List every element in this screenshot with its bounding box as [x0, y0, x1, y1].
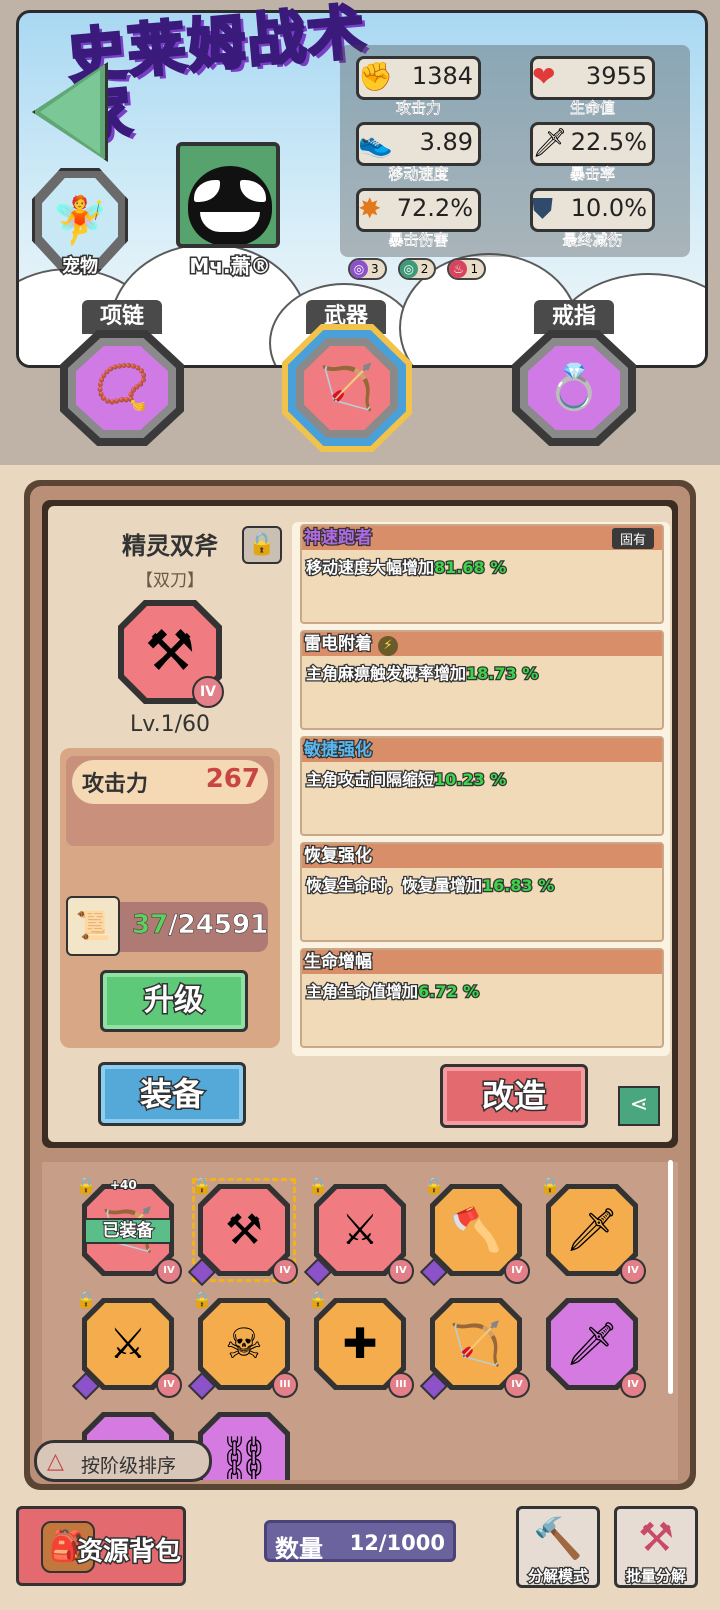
inventory-item[interactable]: ☠ 🔒 III: [187, 1290, 298, 1401]
sword-icon: 🗡: [532, 126, 568, 159]
reforge-button[interactable]: 改造: [440, 1064, 588, 1128]
affix-item: 雷电附着 ⚡ 主角麻痹触发概率增加18.73 %: [300, 630, 664, 730]
heart-icon: ❤: [532, 60, 556, 93]
fairy-pet-icon: 🧚: [42, 178, 118, 262]
anvil-icon: ⚒: [638, 1515, 674, 1561]
inventory-item[interactable]: ⛓: [198, 1412, 290, 1480]
top-scene: 史莱姆战术家 ✊ 1384 攻击力 ❤ 3955 生命值 👟 3.89 移动速度…: [0, 0, 720, 465]
warning-triangle-icon: △: [47, 1449, 64, 1474]
chain-icon: ⛓: [203, 1417, 285, 1480]
affix-item: 恢复强化 恢复生命时，恢复量增加16.83 %: [300, 842, 664, 942]
stat-damage-reduction: ⛊ 10.0% 最终减伤: [530, 188, 655, 249]
equipped-badge: 已装备: [84, 1218, 172, 1244]
scroll-icon: 📜: [66, 896, 120, 956]
resource-bag-button[interactable]: 🎒 资源背包: [16, 1506, 186, 1586]
attack-label: 攻击力: [82, 772, 149, 797]
hammer-icon: 🔨: [533, 1516, 583, 1562]
lock-icon: 🔒: [308, 1176, 328, 1195]
inherent-tag: 固有: [611, 528, 654, 549]
twin-swords-icon: ⚔: [87, 1303, 169, 1385]
inventory-item[interactable]: 🏹 🔒 +40 已装备 IV: [76, 1176, 182, 1284]
necklace-icon: 📿: [94, 362, 150, 413]
inventory-item[interactable]: ⚔ 🔒 IV: [71, 1290, 182, 1401]
inventory-item[interactable]: ✚ 🔒 III: [308, 1290, 414, 1398]
affix-item: 敏捷强化 主角攻击间隔缩短10.23 %: [300, 736, 664, 836]
lock-icon: 🔒: [192, 1176, 212, 1195]
material-count: 37/24591: [132, 910, 269, 941]
pet-label: 宠物: [61, 255, 100, 279]
halberd-icon: 🪓: [435, 1189, 517, 1271]
upgrade-button[interactable]: 升级: [100, 970, 248, 1032]
item-count: 数量 12/1000: [264, 1520, 456, 1563]
inventory-item[interactable]: 🏹 IV: [419, 1298, 530, 1401]
stat-move-speed: 👟 3.89 移动速度: [356, 122, 481, 183]
venom-face-icon: [188, 166, 272, 244]
inventory-item[interactable]: ⚔ 🔒 IV: [303, 1176, 414, 1287]
katana-icon: 🗡: [551, 1189, 633, 1271]
inventory-item[interactable]: 🗡 IV: [546, 1298, 646, 1398]
bow-icon: 🏹: [319, 362, 375, 413]
crossbow-icon: ✚: [319, 1303, 401, 1385]
ring-icon: 💍: [546, 362, 602, 413]
purple-swirl-icon: ◎: [350, 260, 368, 278]
lock-icon: 🔒: [248, 532, 276, 557]
sort-by-tier-button[interactable]: △ 按阶级排序: [34, 1440, 212, 1482]
lightning-icon: ⚡: [377, 636, 398, 656]
lock-button[interactable]: 🔒: [242, 526, 282, 564]
share-icon: ⋖: [629, 1092, 649, 1117]
sickles-icon: ☠: [203, 1303, 285, 1385]
batch-decompose-button[interactable]: ⚒ 批量分解: [614, 1506, 698, 1588]
inventory-item[interactable]: 🗡 🔒 IV: [540, 1176, 646, 1284]
lock-icon: 🔒: [540, 1176, 560, 1195]
stat-hp: ❤ 3955 生命值: [530, 56, 655, 117]
attack-value: 267: [205, 764, 260, 794]
stat-crit-damage: ✸ 72.2% 暴击伤害: [356, 188, 481, 249]
lock-icon: 🔒: [424, 1176, 444, 1195]
buff-fire[interactable]: ♨ 1: [447, 258, 487, 280]
share-button[interactable]: ⋖: [618, 1086, 660, 1126]
stat-attack: ✊ 1384 攻击力: [356, 56, 481, 117]
bow-icon: 🏹: [435, 1303, 517, 1385]
lock-icon: 🔒: [308, 1290, 328, 1309]
player-avatar[interactable]: [176, 142, 280, 248]
explosion-icon: ✸: [358, 192, 382, 225]
buff-counters: ◎ 3 ◎ 2 ♨ 1: [348, 258, 492, 282]
katana-icon: 🗡: [551, 1303, 633, 1385]
buff-green[interactable]: ◎ 2: [397, 258, 437, 280]
lock-icon: 🔒: [76, 1176, 96, 1195]
item-type: 【双刀】: [136, 571, 204, 591]
fire-icon: ♨: [449, 260, 468, 278]
fist-icon: ✊: [358, 60, 393, 93]
inventory-item[interactable]: 🪓 🔒 IV: [419, 1176, 530, 1287]
axes-icon: ⚒: [203, 1189, 285, 1271]
decompose-mode-button[interactable]: 🔨 分解模式: [516, 1506, 600, 1588]
buff-purple[interactable]: ◎ 3: [348, 258, 387, 280]
player-name: Mч.萧®: [188, 253, 272, 280]
lock-icon: 🔒: [76, 1290, 96, 1309]
tier-badge: IV: [192, 676, 224, 708]
equip-button[interactable]: 装备: [98, 1062, 246, 1126]
shield-icon: ⛊: [532, 192, 554, 225]
inventory-grid: 🏹 🔒 +40 已装备 IV ⚒ 🔒 IV ⚔ 🔒 IV 🪓 🔒 IV 🗡 🔒 …: [42, 1162, 678, 1480]
shoe-icon: 👟: [358, 126, 393, 159]
lock-icon: 🔒: [192, 1290, 212, 1309]
stat-crit-rate: 🗡 22.5% 暴击率: [530, 122, 655, 183]
green-swords-icon: ⚔: [319, 1189, 401, 1271]
inventory-item-selected[interactable]: ⚒ 🔒 IV: [187, 1176, 298, 1287]
green-swirl-icon: ◎: [399, 260, 418, 278]
item-level: Lv.1/60: [130, 712, 210, 737]
affix-item: 神速跑者 固有 移动速度大幅增加81.68 %: [300, 524, 664, 624]
inventory-scrollbar[interactable]: [668, 1160, 673, 1394]
affix-item: 生命增幅 主角生命值增加6.72 %: [300, 948, 664, 1048]
